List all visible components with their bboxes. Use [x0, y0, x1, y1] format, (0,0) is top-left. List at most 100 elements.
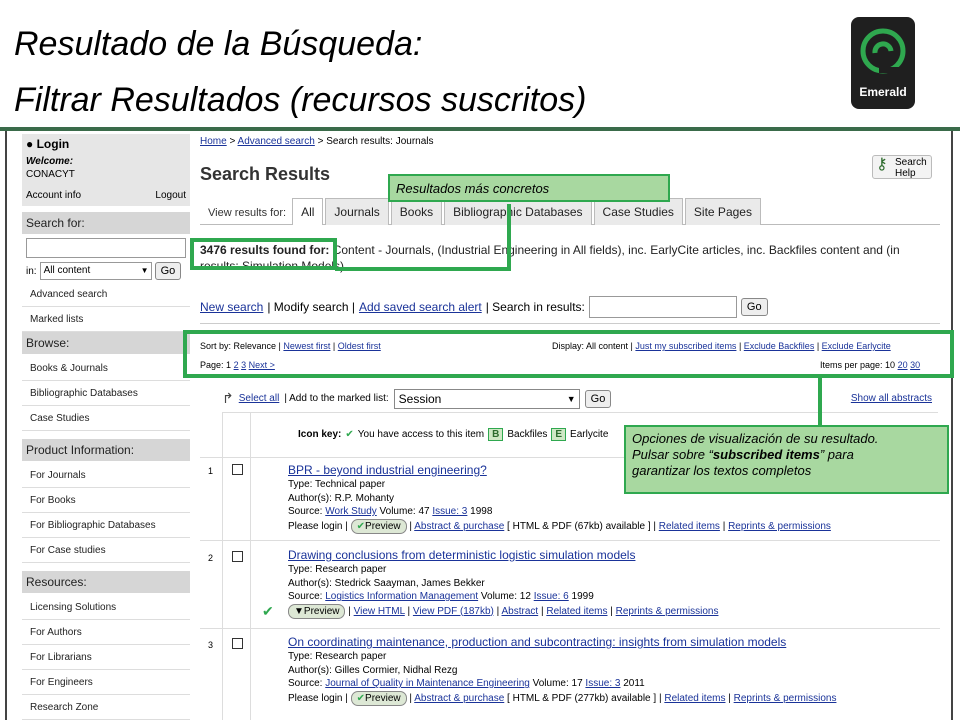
view-html-link[interactable]: View HTML — [354, 606, 405, 617]
login-heading[interactable]: ● Login — [26, 138, 186, 151]
preview-button[interactable]: ✔Preview — [350, 518, 407, 534]
related-items-link[interactable]: Related items — [546, 606, 607, 617]
sidebar-for-case-studies[interactable]: For Case studies — [22, 538, 190, 563]
user-name: CONACYT — [26, 169, 75, 180]
sidebar-search-input[interactable] — [26, 238, 186, 258]
content-select[interactable]: All content ▼ — [39, 262, 152, 280]
related-items-link[interactable]: Related items — [664, 693, 725, 704]
sidebar-for-books[interactable]: For Books — [22, 488, 190, 513]
issue-link[interactable]: Issue: 6 — [534, 591, 569, 602]
new-search-link[interactable]: New search — [200, 300, 263, 314]
chevron-down-icon: ▼ — [140, 266, 149, 275]
sidebar-go-button[interactable]: Go — [154, 262, 182, 280]
search-help-button[interactable]: ⚷ Search Help — [872, 155, 932, 179]
sidebar-for-librarians[interactable]: For Librarians — [22, 645, 190, 670]
search-in-results-go[interactable]: Go — [740, 298, 768, 316]
source-link[interactable]: Logistics Information Management — [325, 591, 478, 602]
select-all-link[interactable]: Select all — [239, 393, 280, 404]
tab-all[interactable]: All — [292, 198, 324, 225]
sidebar-marked-lists[interactable]: Marked lists — [22, 307, 190, 332]
product-info-heading: Product Information: — [22, 439, 190, 461]
result-actions: Please login | ✔Preview | Abstract & pur… — [288, 690, 837, 706]
result-type: Type: Research paper — [288, 564, 387, 575]
preview-button[interactable]: ✔Preview — [350, 690, 407, 706]
sidebar-case-studies[interactable]: Case Studies — [22, 406, 190, 431]
source-link[interactable]: Work Study — [325, 506, 377, 517]
search-in-results-input[interactable] — [588, 296, 737, 318]
abstract-link[interactable]: Abstract — [502, 606, 539, 617]
sidebar-advanced-search[interactable]: Advanced search — [22, 282, 190, 307]
sidebar-bibliographic-databases[interactable]: Bibliographic Databases — [22, 381, 190, 406]
account-info-link[interactable]: Account info — [26, 189, 81, 202]
modify-search-link[interactable]: | Modify search | — [267, 300, 355, 314]
icon-key: Icon key: ✔ You have access to this item… — [298, 428, 609, 441]
sidebar-licensing-solutions[interactable]: Licensing Solutions — [22, 595, 190, 620]
result-checkbox[interactable] — [232, 551, 243, 562]
save-alert-link[interactable]: Add saved search alert — [359, 300, 482, 314]
tab-bibliographic-databases[interactable]: Bibliographic Databases — [444, 198, 592, 225]
view-pdf-link[interactable]: View PDF (187kb) — [413, 606, 494, 617]
tab-site-pages[interactable]: Site Pages — [684, 198, 761, 225]
search-actions: New search | Modify search | Add saved s… — [200, 296, 768, 318]
breadcrumb-home[interactable]: Home — [200, 136, 227, 147]
reprints-link[interactable]: Reprints & permissions — [728, 521, 831, 532]
result-checkbox[interactable] — [232, 464, 243, 475]
result-item: 2 ✔ Drawing conclusions from determinist… — [200, 540, 940, 628]
reprints-link[interactable]: Reprints & permissions — [734, 693, 837, 704]
result-number: 3 — [208, 640, 214, 650]
result-checkbox[interactable] — [232, 638, 243, 649]
tabs-label: View results for: — [208, 207, 287, 219]
browse-heading: Browse: — [22, 332, 190, 354]
result-authors: Author(s): Gilles Cormier, Nidhal Rezg — [288, 664, 458, 676]
check-icon: ✔ — [356, 692, 366, 704]
sidebar-research-zone[interactable]: Research Zone — [22, 695, 190, 720]
sidebar-for-engineers[interactable]: For Engineers — [22, 670, 190, 695]
earlycite-icon: E — [551, 428, 567, 441]
result-source: Source: Work Study Volume: 47 Issue: 3 1… — [288, 506, 493, 517]
sidebar-for-bibliographic-databases[interactable]: For Bibliographic Databases — [22, 513, 190, 538]
tab-case-studies[interactable]: Case Studies — [593, 198, 683, 225]
logout-link[interactable]: Logout — [155, 189, 186, 202]
issue-link[interactable]: Issue: 3 — [585, 678, 620, 689]
chevron-down-icon: ▼ — [566, 393, 576, 404]
result-source: Source: Logistics Information Management… — [288, 591, 594, 602]
abstract-purchase-link[interactable]: Abstract & purchase — [414, 693, 504, 704]
login-icon: ● — [26, 137, 37, 151]
related-items-link[interactable]: Related items — [659, 521, 720, 532]
connector-line — [507, 204, 511, 271]
source-link[interactable]: Journal of Quality in Maintenance Engine… — [325, 678, 530, 689]
display-options-highlight — [183, 330, 954, 378]
sidebar-for-authors[interactable]: For Authors — [22, 620, 190, 645]
results-count-highlight — [190, 238, 337, 270]
sidebar-books-journals[interactable]: Books & Journals — [22, 356, 190, 381]
result-source: Source: Journal of Quality in Maintenanc… — [288, 678, 645, 689]
sidebar-for-journals[interactable]: For Journals — [22, 463, 190, 488]
sidebar: ● Login Welcome: CONACYT Account info Lo… — [22, 134, 190, 720]
marked-list-go[interactable]: Go — [584, 389, 612, 408]
login-box: ● Login Welcome: CONACYT Account info Lo… — [22, 134, 190, 206]
slide-title-line1: Resultado de la Búsqueda: — [14, 25, 423, 63]
session-select[interactable]: Session ▼ — [393, 388, 580, 409]
result-title[interactable]: Drawing conclusions from deterministic l… — [288, 547, 718, 563]
breadcrumb-current: > Search results: Journals — [314, 136, 434, 147]
check-icon: ✔ — [356, 520, 366, 532]
reprints-link[interactable]: Reprints & permissions — [616, 606, 719, 617]
tab-journals[interactable]: Journals — [325, 198, 389, 225]
icon-key-label: Icon key: — [298, 429, 342, 440]
tab-books[interactable]: Books — [390, 198, 443, 225]
result-actions: ▼Preview | View HTML | View PDF (187kb) … — [288, 603, 719, 619]
welcome-label: Welcome: — [26, 156, 74, 167]
issue-link[interactable]: Issue: 3 — [432, 506, 467, 517]
logo-text: Emerald — [859, 85, 907, 99]
breadcrumb-advanced-search[interactable]: Advanced search — [238, 136, 315, 147]
access-check-icon: ✔ — [345, 429, 354, 440]
show-all-abstracts-link[interactable]: Show all abstracts — [851, 393, 932, 404]
preview-button[interactable]: ▼Preview — [288, 603, 346, 619]
page-title: Search Results — [200, 164, 331, 184]
result-type: Type: Research paper — [288, 651, 387, 662]
annotation-display-options: Opciones de visualización de su resultad… — [624, 425, 949, 494]
result-title[interactable]: On coordinating maintenance, production … — [288, 634, 836, 650]
help-key-icon: ⚷ — [876, 156, 888, 173]
add-marked-label: | Add to the marked list: — [284, 393, 389, 404]
abstract-purchase-link[interactable]: Abstract & purchase — [414, 521, 504, 532]
